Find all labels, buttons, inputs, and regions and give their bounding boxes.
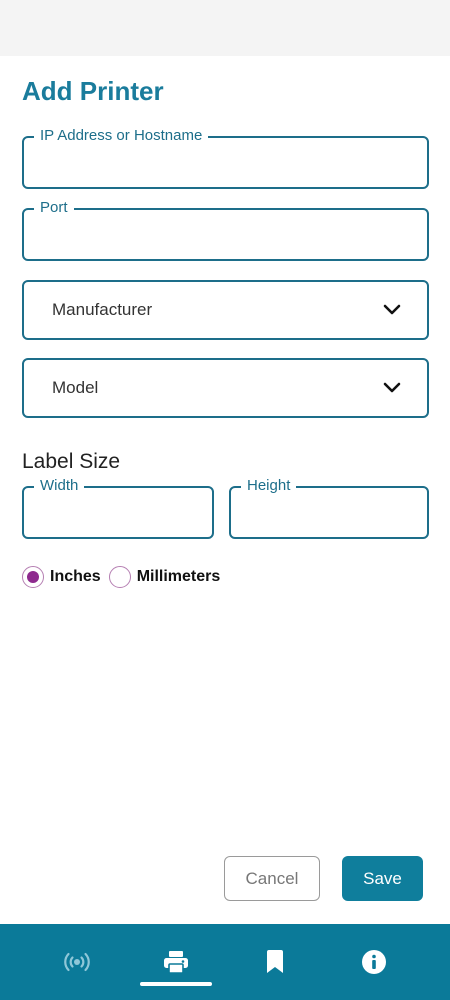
bookmark-icon xyxy=(267,950,283,973)
nav-item-broadcast[interactable] xyxy=(39,924,115,1000)
broadcast-icon xyxy=(64,952,90,972)
radio-selected-dot xyxy=(27,571,39,583)
nav-item-info[interactable] xyxy=(336,924,412,1000)
chevron-down-icon xyxy=(383,382,401,393)
port-label: Port xyxy=(34,199,74,217)
printer-icon xyxy=(164,951,188,974)
status-bar xyxy=(0,0,450,56)
height-input[interactable] xyxy=(245,500,413,529)
nav-item-bookmarks[interactable] xyxy=(237,924,313,1000)
save-button[interactable]: Save xyxy=(342,856,423,901)
label-size-heading: Label Size xyxy=(22,450,121,473)
radio-millimeters[interactable] xyxy=(108,566,131,588)
model-select-text: Model xyxy=(52,378,99,397)
units-radio-group: Inches Millimeters xyxy=(22,565,228,589)
radio-inches[interactable] xyxy=(22,566,44,588)
nav-item-printer[interactable] xyxy=(138,924,214,1000)
port-field[interactable]: Port xyxy=(22,199,429,261)
port-input[interactable] xyxy=(38,222,413,251)
chevron-down-icon xyxy=(383,304,401,315)
manufacturer-select[interactable]: Manufacturer xyxy=(22,280,429,340)
model-select[interactable]: Model xyxy=(22,358,429,418)
height-label: Height xyxy=(241,477,297,495)
width-field[interactable]: Width xyxy=(22,477,214,539)
width-input[interactable] xyxy=(38,500,198,529)
ip-address-label: IP Address or Hostname xyxy=(34,127,209,145)
page-title: Add Printer xyxy=(22,76,164,106)
height-field[interactable]: Height xyxy=(229,477,429,539)
cancel-button[interactable]: Cancel xyxy=(224,856,320,901)
ip-address-input[interactable] xyxy=(38,150,413,179)
radio-inches-label[interactable]: Inches xyxy=(50,568,101,586)
radio-millimeters-label[interactable]: Millimeters xyxy=(137,568,221,586)
info-icon xyxy=(362,950,386,974)
manufacturer-select-text: Manufacturer xyxy=(52,300,153,319)
bottom-nav xyxy=(0,924,450,1000)
nav-active-indicator xyxy=(140,982,212,986)
ip-address-field[interactable]: IP Address or Hostname xyxy=(22,127,429,189)
width-label: Width xyxy=(34,477,85,495)
